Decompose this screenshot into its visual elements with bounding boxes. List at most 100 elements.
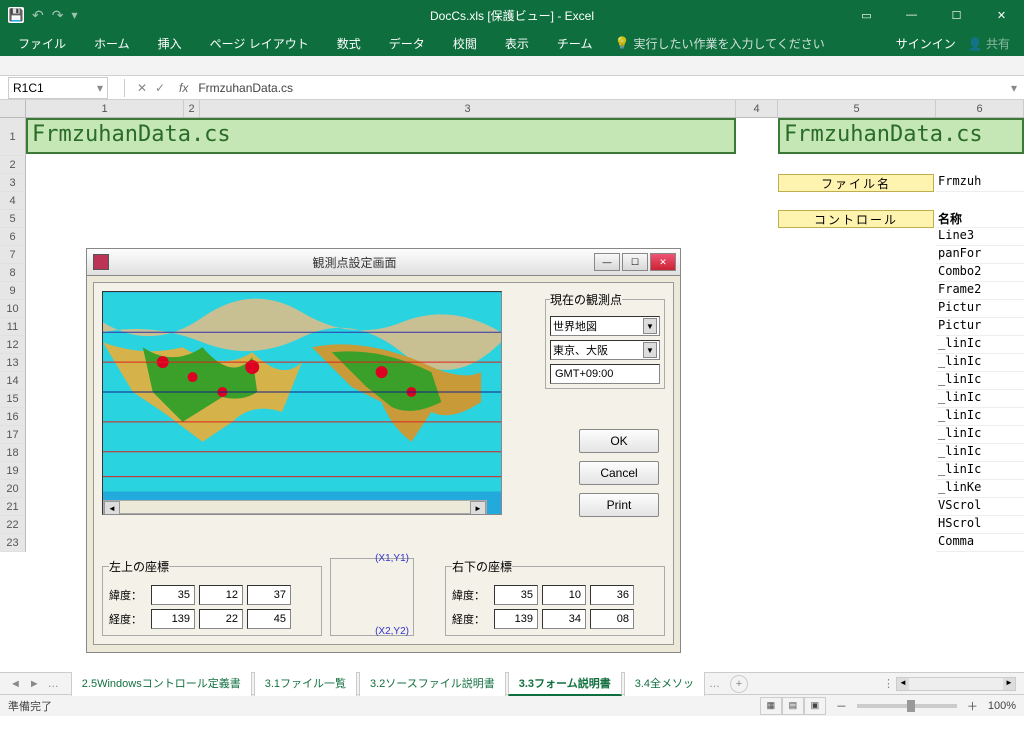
col-header[interactable]: 6 (936, 100, 1024, 117)
zoom-in-icon[interactable]: ＋ (967, 698, 978, 714)
br-lat-sec[interactable] (590, 585, 634, 605)
cell-c6[interactable]: panFor (936, 246, 1024, 264)
col-header[interactable]: 4 (736, 100, 778, 117)
cell-c6[interactable]: VScrol (936, 498, 1024, 516)
tab-insert[interactable]: 挿入 (144, 31, 196, 56)
qat-dropdown-icon[interactable]: ▾ (71, 8, 77, 22)
cell-c6[interactable]: Pictur (936, 300, 1024, 318)
cell-c6[interactable]: _linIc (936, 390, 1024, 408)
br-lon-deg[interactable] (494, 609, 538, 629)
col-header[interactable]: 1 (26, 100, 184, 117)
grid-area[interactable]: 1234567891011121314151617181920212223 Fr… (0, 118, 1024, 672)
tab-home[interactable]: ホーム (80, 31, 144, 56)
ok-button[interactable]: OK (579, 429, 659, 453)
view-pagebreak-icon[interactable]: ▣ (804, 697, 826, 715)
view-pagelayout-icon[interactable]: ▤ (782, 697, 804, 715)
row-header[interactable]: 6 (0, 228, 26, 246)
world-map[interactable] (102, 291, 502, 515)
cell-c6[interactable]: _linIc (936, 372, 1024, 390)
row-header[interactable]: 17 (0, 426, 26, 444)
save-icon[interactable]: 💾 (8, 7, 24, 23)
dialog-close-icon[interactable]: ✕ (650, 253, 676, 271)
map-type-combo[interactable]: 世界地図 ▼ (550, 316, 660, 336)
row-header[interactable]: 8 (0, 264, 26, 282)
row-header[interactable]: 7 (0, 246, 26, 264)
row-header[interactable]: 21 (0, 498, 26, 516)
row-header[interactable]: 13 (0, 354, 26, 372)
cell-c6[interactable]: _linKe (936, 480, 1024, 498)
cell-filename-header[interactable]: ファイル名 (778, 174, 934, 192)
tell-me-search[interactable]: 💡 実行したい作業を入力してください (614, 35, 824, 52)
row-header[interactable]: 3 (0, 174, 26, 192)
cell-r1c5[interactable]: FrmzuhanData.cs (778, 118, 1024, 154)
tl-lat-sec[interactable] (247, 585, 291, 605)
row-header[interactable]: 19 (0, 462, 26, 480)
row-header[interactable]: 23 (0, 534, 26, 552)
row-header[interactable]: 9 (0, 282, 26, 300)
view-normal-icon[interactable]: ▦ (760, 697, 782, 715)
sheet-nav-first-icon[interactable]: ◄ (10, 678, 21, 690)
cell-c6[interactable]: Combo2 (936, 264, 1024, 282)
tab-view[interactable]: 表示 (491, 31, 543, 56)
zoom-percent[interactable]: 100% (988, 700, 1016, 712)
add-sheet-button[interactable]: + (730, 675, 748, 693)
col-header[interactable]: 2 (184, 100, 200, 117)
redo-icon[interactable]: ↷ (52, 7, 64, 24)
cell-c6[interactable]: Frmzuh (936, 174, 1024, 192)
cancel-formula-icon[interactable]: ✕ (133, 81, 151, 95)
sheet-nav-last-icon[interactable]: ► (29, 678, 40, 690)
sheet-tab[interactable]: 3.3フォーム説明書 (508, 671, 622, 696)
gmt-field[interactable]: GMT+09:00 (550, 364, 660, 384)
maximize-icon[interactable]: ☐ (934, 0, 979, 30)
col-header[interactable]: 3 (200, 100, 736, 117)
cell-c6[interactable]: Pictur (936, 318, 1024, 336)
dialog-minimize-icon[interactable]: — (594, 253, 620, 271)
minimize-icon[interactable]: ― (889, 0, 934, 30)
sheet-nav-more[interactable]: … (48, 678, 59, 690)
cell-c6[interactable]: HScrol (936, 516, 1024, 534)
tab-team[interactable]: チーム (543, 31, 607, 56)
map-scrollbar-horizontal[interactable] (103, 500, 487, 514)
col-header[interactable]: 5 (778, 100, 936, 117)
cell-c6[interactable]: _linIc (936, 354, 1024, 372)
cell-r1c1[interactable]: FrmzuhanData.cs (26, 118, 736, 154)
tl-lon-deg[interactable] (151, 609, 195, 629)
cell-c6[interactable]: Line3 (936, 228, 1024, 246)
name-box-dropdown-icon[interactable]: ▾ (97, 81, 103, 95)
close-icon[interactable]: ✕ (979, 0, 1024, 30)
zoom-out-icon[interactable]: － (836, 698, 847, 714)
expand-formula-bar-icon[interactable]: ▾ (1004, 81, 1024, 95)
cell-c6[interactable]: Frame2 (936, 282, 1024, 300)
tab-data[interactable]: データ (375, 31, 439, 56)
sheet-tab[interactable]: 3.4全メソッ (624, 671, 705, 696)
dialog-maximize-icon[interactable]: ☐ (622, 253, 648, 271)
tab-review[interactable]: 校閲 (439, 31, 491, 56)
cancel-button[interactable]: Cancel (579, 461, 659, 485)
formula-input[interactable]: FrmzuhanData.cs (198, 81, 1004, 95)
br-lat-min[interactable] (542, 585, 586, 605)
tl-lon-min[interactable] (199, 609, 243, 629)
row-header[interactable]: 10 (0, 300, 26, 318)
cell-c6[interactable]: 名称 (936, 210, 1024, 228)
row-header[interactable]: 14 (0, 372, 26, 390)
row-header[interactable]: 20 (0, 480, 26, 498)
sheet-tab[interactable]: 3.1ファイル一覧 (254, 671, 357, 696)
print-button[interactable]: Print (579, 493, 659, 517)
br-lon-sec[interactable] (590, 609, 634, 629)
row-header[interactable]: 16 (0, 408, 26, 426)
row-header[interactable]: 4 (0, 192, 26, 210)
cell-control-header[interactable]: コントロール (778, 210, 934, 228)
cell-c6[interactable]: _linIc (936, 462, 1024, 480)
tl-lon-sec[interactable] (247, 609, 291, 629)
row-header[interactable]: 5 (0, 210, 26, 228)
sheet-split-icon[interactable]: ⋮ (883, 677, 894, 690)
zoom-slider[interactable] (857, 704, 957, 708)
share-button[interactable]: 👤 共有 (968, 35, 1010, 52)
br-lon-min[interactable] (542, 609, 586, 629)
cell-c6[interactable]: _linIc (936, 408, 1024, 426)
tab-formulas[interactable]: 数式 (323, 31, 375, 56)
location-combo[interactable]: 東京、大阪 ▼ (550, 340, 660, 360)
cell-c6[interactable]: Comma (936, 534, 1024, 552)
cell-c6[interactable]: _linIc (936, 444, 1024, 462)
tab-pagelayout[interactable]: ページ レイアウト (196, 31, 323, 56)
